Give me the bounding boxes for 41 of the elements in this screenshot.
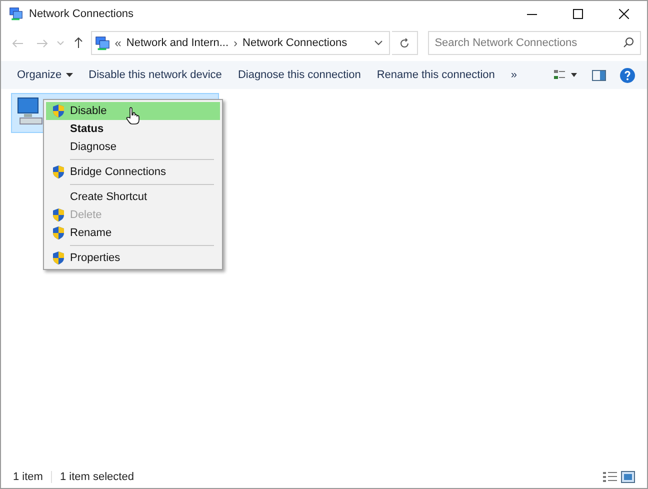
breadcrumb[interactable]: Network Connections: [242, 34, 348, 52]
chevron-down-icon[interactable]: [374, 40, 383, 46]
caret-icon: [66, 73, 73, 77]
hand-cursor-icon: [126, 107, 140, 125]
more-commands-button[interactable]: »: [502, 66, 525, 84]
refresh-icon[interactable]: [398, 38, 410, 48]
address-bar[interactable]: « Network and Intern... › Network Connections: [90, 31, 390, 55]
maximize-icon[interactable]: [573, 9, 583, 19]
view-options-icon[interactable]: [554, 69, 578, 81]
search-field[interactable]: Search Network Connections: [428, 31, 641, 55]
breadcrumb[interactable]: Network and Intern...: [126, 34, 229, 52]
network-icon: [9, 7, 23, 21]
large-icons-view-icon[interactable]: [621, 471, 635, 483]
shield-icon: [52, 104, 64, 118]
toolbar-button[interactable]: Rename this connection: [368, 66, 503, 84]
up-arrow-icon[interactable]: [74, 37, 84, 49]
menu-item[interactable]: Create Shortcut: [46, 188, 220, 206]
menu-item[interactable]: Disable: [46, 102, 220, 120]
menu-item[interactable]: Status: [46, 120, 220, 138]
window-title: Network Connections: [29, 6, 134, 22]
breadcrumb-overflow[interactable]: «: [114, 34, 122, 52]
toolbar-button[interactable]: Diagnose this connection: [230, 66, 369, 84]
menu-item[interactable]: Rename: [46, 224, 220, 242]
menu-item[interactable]: Properties: [46, 249, 220, 267]
close-icon[interactable]: [619, 9, 629, 19]
help-icon[interactable]: [620, 68, 635, 82]
shield-icon: [52, 165, 64, 179]
shield-icon: [52, 208, 64, 222]
menu-item[interactable]: Diagnose: [46, 138, 220, 156]
selection-count: 1 item selected: [60, 470, 134, 485]
preview-pane-icon[interactable]: [592, 70, 606, 80]
toolbar-button[interactable]: Organize: [9, 66, 81, 84]
toolbar-button[interactable]: Disable this network device: [80, 66, 230, 84]
search-icon: [622, 37, 634, 48]
network-icon: [94, 36, 110, 50]
shield-icon: [52, 251, 64, 265]
item-count: 1 item: [13, 470, 43, 485]
breadcrumb-separator: ›: [234, 35, 238, 52]
shield-icon: [52, 226, 64, 240]
details-view-icon[interactable]: [603, 471, 617, 483]
menu-item[interactable]: Bridge Connections: [46, 163, 220, 181]
